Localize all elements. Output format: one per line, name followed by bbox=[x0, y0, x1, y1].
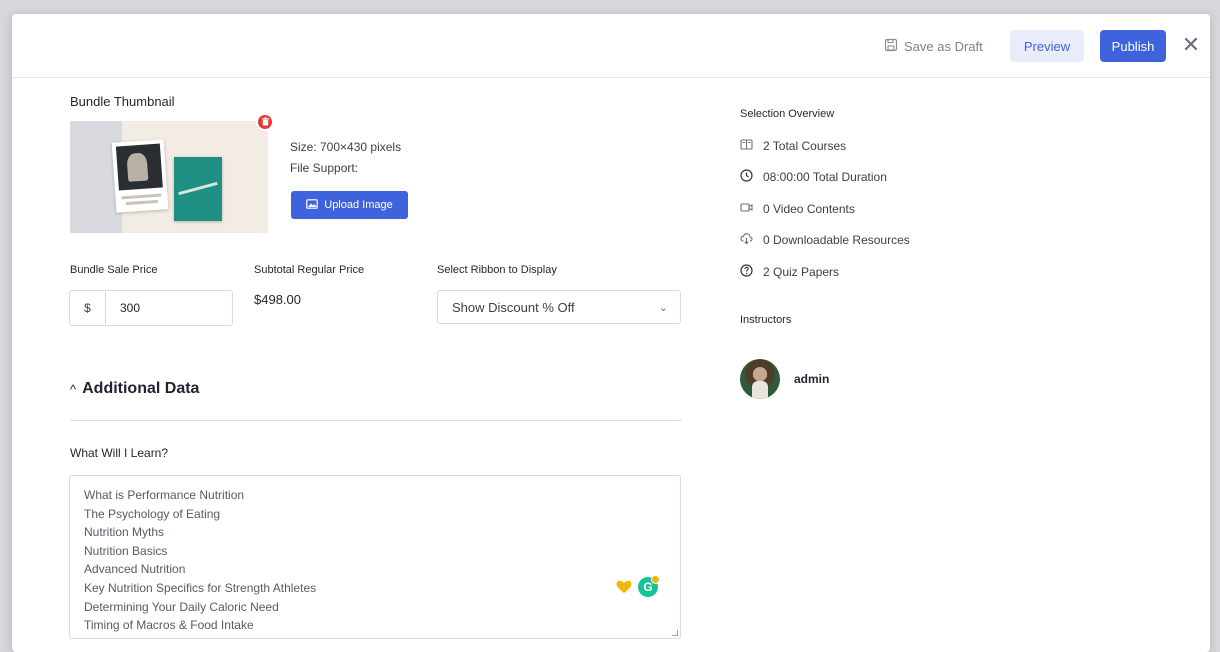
quiz-icon bbox=[740, 264, 753, 280]
overview-item-text: 0 Video Contents bbox=[763, 202, 855, 216]
image-icon bbox=[306, 198, 319, 213]
overview-item-text: 2 Quiz Papers bbox=[763, 265, 840, 279]
additional-data-toggle[interactable]: ^ Additional Data bbox=[70, 380, 199, 398]
learn-line: The Psychology of Eating bbox=[84, 506, 221, 521]
ribbon-selected-value: Show Discount % Off bbox=[452, 299, 575, 315]
what-will-i-learn-label: What Will I Learn? bbox=[70, 446, 169, 460]
close-icon[interactable]: ✕ bbox=[1180, 34, 1202, 56]
currency-symbol: $ bbox=[70, 291, 106, 325]
download-icon bbox=[740, 232, 753, 248]
ribbon-select-label: Select Ribbon to Display bbox=[437, 264, 557, 276]
sale-price-value[interactable]: 300 bbox=[106, 301, 140, 315]
divider bbox=[70, 420, 682, 421]
bundle-sale-price-input[interactable]: $ 300 bbox=[69, 290, 233, 326]
learn-line: Nutrition Basics bbox=[84, 543, 168, 558]
publish-button[interactable]: Publish bbox=[1100, 30, 1166, 62]
trash-icon bbox=[261, 113, 270, 131]
top-bar: Save as Draft Preview Publish ✕ bbox=[12, 14, 1210, 78]
overview-downloadable-resources: 0 Downloadable Resources bbox=[740, 232, 910, 248]
bundle-editor-window: Save as Draft Preview Publish ✕ Bundle T… bbox=[12, 14, 1210, 652]
overview-quiz-papers: 2 Quiz Papers bbox=[740, 264, 839, 280]
clock-icon bbox=[740, 169, 753, 185]
selection-overview-title: Selection Overview bbox=[740, 108, 835, 120]
subtotal-regular-price-label: Subtotal Regular Price bbox=[254, 264, 365, 276]
book-icon bbox=[740, 138, 753, 154]
subtotal-regular-price-value: $498.00 bbox=[254, 292, 301, 307]
grammarly-icon[interactable]: G bbox=[638, 575, 660, 597]
thumbnail-file-support: File Support: bbox=[290, 161, 359, 175]
bundle-thumbnail-title: Bundle Thumbnail bbox=[70, 94, 175, 109]
upload-image-button[interactable]: Upload Image bbox=[291, 191, 408, 219]
save-as-draft-button[interactable]: Save as Draft bbox=[884, 33, 983, 59]
heart-emoji-icon[interactable] bbox=[616, 580, 632, 594]
what-will-i-learn-textarea[interactable]: What is Performance Nutrition The Psycho… bbox=[69, 475, 681, 639]
learn-line: Key Nutrition Specifics for Strength Ath… bbox=[84, 580, 317, 595]
save-icon bbox=[884, 38, 898, 55]
avatar bbox=[740, 359, 780, 399]
bundle-thumbnail-image bbox=[70, 121, 268, 233]
bundle-sale-price-label: Bundle Sale Price bbox=[70, 264, 158, 276]
learn-line: Determining Your Daily Caloric Need bbox=[84, 599, 279, 614]
instructors-title: Instructors bbox=[740, 314, 792, 326]
learn-line: Timing of Macros & Food Intake bbox=[84, 618, 254, 633]
thumbnail-size-info: Size: 700×430 pixels bbox=[290, 140, 402, 154]
overview-item-text: 0 Downloadable Resources bbox=[763, 233, 910, 247]
instructor-name: admin bbox=[794, 372, 830, 386]
overview-total-duration: 08:00:00 Total Duration bbox=[740, 169, 887, 185]
learn-line: Nutrition Myths bbox=[84, 525, 165, 540]
additional-data-title: Additional Data bbox=[82, 380, 200, 397]
chevron-down-icon: ⌄ bbox=[658, 301, 668, 314]
save-as-draft-label: Save as Draft bbox=[904, 38, 983, 54]
chevron-up-icon: ^ bbox=[70, 381, 77, 397]
ribbon-select[interactable]: Show Discount % Off ⌄ bbox=[437, 290, 681, 324]
overview-total-courses: 2 Total Courses bbox=[740, 138, 846, 154]
overview-video-contents: 0 Video Contents bbox=[740, 201, 855, 217]
learn-line: What is Performance Nutrition bbox=[84, 488, 245, 502]
overview-item-text: 2 Total Courses bbox=[763, 139, 847, 153]
upload-image-label: Upload Image bbox=[324, 199, 393, 211]
delete-thumbnail-button[interactable] bbox=[256, 113, 274, 131]
preview-button[interactable]: Preview bbox=[1010, 30, 1084, 62]
learn-line: Advanced Nutrition bbox=[84, 562, 186, 577]
video-icon bbox=[740, 201, 753, 217]
resize-handle-icon[interactable] bbox=[672, 630, 678, 636]
overview-item-text: 08:00:00 Total Duration bbox=[763, 170, 887, 184]
